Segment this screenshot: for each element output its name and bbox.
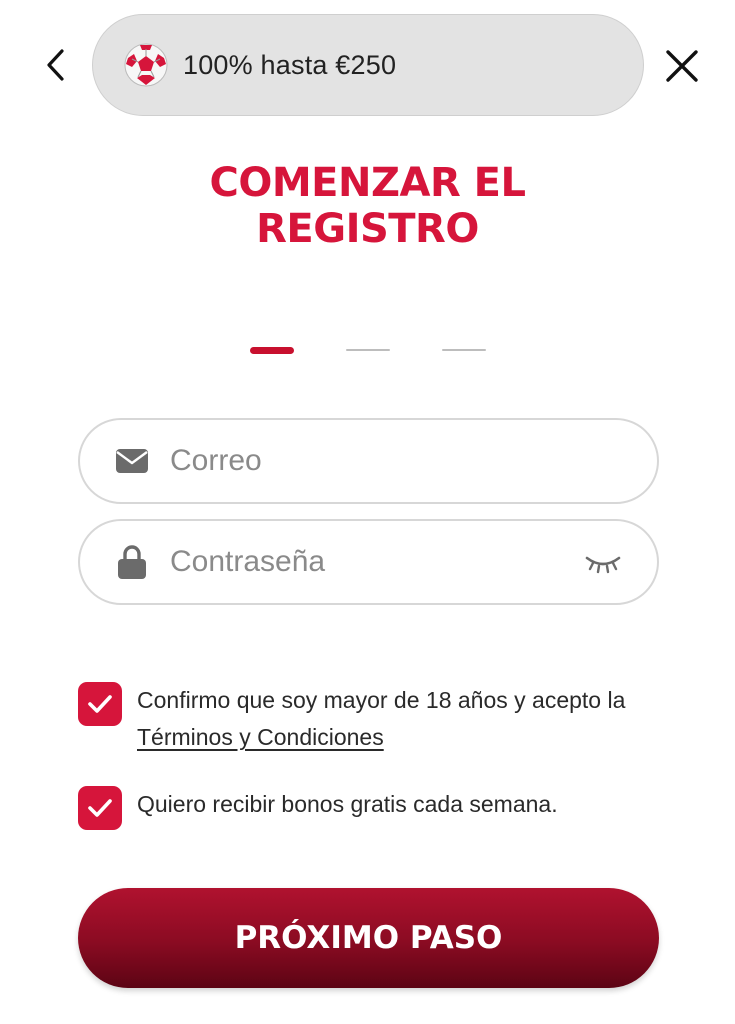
toggle-password-visibility[interactable]: [583, 548, 623, 578]
step-3: [442, 349, 486, 351]
back-button[interactable]: [38, 44, 74, 86]
envelope-icon: [114, 443, 150, 479]
email-input[interactable]: [170, 444, 550, 478]
soccer-ball-icon: [124, 43, 168, 87]
top-bar: 100% hasta €250: [0, 14, 735, 116]
page-title-line2: REGISTRO: [256, 206, 479, 252]
bonus-consent: Quiero recibir bonos gratis cada semana.: [78, 786, 668, 830]
promo-banner[interactable]: 100% hasta €250: [92, 14, 644, 116]
lock-icon: [114, 544, 150, 580]
close-button[interactable]: [659, 44, 705, 88]
terms-label: Confirmo que soy mayor de 18 años y acep…: [137, 682, 668, 756]
page-title: COMENZAR EL REGISTRO: [0, 160, 735, 252]
chevron-left-icon: [47, 49, 64, 81]
email-field: [78, 418, 659, 504]
terms-text: Confirmo que soy mayor de 18 años y acep…: [137, 687, 626, 713]
bonus-checkbox[interactable]: [78, 786, 122, 830]
step-indicator: [0, 347, 735, 357]
step-2: [346, 349, 390, 351]
page-title-line1: COMENZAR EL: [209, 160, 526, 206]
password-input[interactable]: [170, 545, 550, 579]
step-1: [250, 347, 294, 354]
terms-consent: Confirmo que soy mayor de 18 años y acep…: [78, 682, 668, 756]
password-field: [78, 519, 659, 605]
bonus-label: Quiero recibir bonos gratis cada semana.: [137, 791, 558, 817]
checkmark-icon: [88, 799, 112, 817]
eye-closed-icon: [585, 556, 621, 574]
terms-checkbox[interactable]: [78, 682, 122, 726]
close-icon: [666, 50, 698, 82]
next-step-button[interactable]: PRÓXIMO PASO: [78, 888, 659, 988]
terms-link[interactable]: Términos y Condiciones: [137, 724, 384, 750]
checkmark-icon: [88, 695, 112, 713]
promo-text: 100% hasta €250: [183, 49, 397, 80]
